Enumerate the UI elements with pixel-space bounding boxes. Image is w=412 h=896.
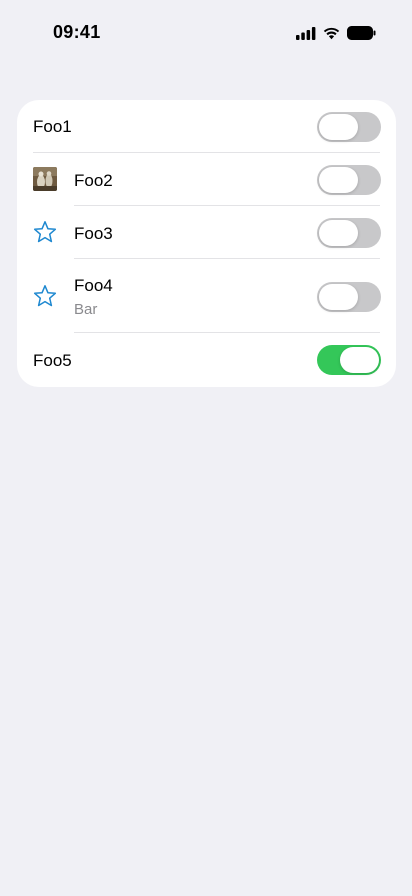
status-icons (296, 25, 376, 41)
toggle-knob (319, 167, 358, 193)
settings-row-foo2: Foo2 (17, 153, 396, 206)
row-label: Foo3 (74, 224, 113, 243)
star-icon (33, 221, 57, 243)
status-bar: 09:41 (0, 0, 412, 62)
toggle-knob (340, 347, 379, 373)
wifi-icon (323, 27, 340, 40)
toggle-foo5[interactable] (317, 345, 381, 375)
row-label: Foo4 (74, 276, 113, 295)
toggle-foo3[interactable] (317, 218, 381, 248)
star-icon (33, 285, 57, 307)
battery-icon (347, 26, 376, 40)
toggle-knob (319, 114, 358, 140)
settings-row-foo3: Foo3 (17, 206, 396, 259)
settings-row-foo4: Foo4 Bar (17, 259, 396, 333)
settings-row-foo5: Foo5 (17, 333, 396, 387)
status-time: 09:41 (53, 22, 101, 42)
toggle-foo4[interactable] (317, 282, 381, 312)
toggle-knob (319, 220, 358, 246)
row-label: Foo1 (33, 117, 72, 136)
row-label: Foo5 (33, 351, 72, 370)
cellular-signal-icon (296, 26, 316, 40)
toggle-foo2[interactable] (317, 165, 381, 195)
toggle-knob (319, 284, 358, 310)
toggle-foo1[interactable] (317, 112, 381, 142)
settings-card: Foo1 Foo2 Foo3 Foo4 Bar Foo5 (17, 100, 396, 387)
row-label: Foo2 (74, 171, 113, 190)
photo-thumbnail-icon (33, 167, 57, 191)
row-subtitle: Bar (74, 301, 98, 318)
settings-row-foo1: Foo1 (17, 100, 396, 153)
